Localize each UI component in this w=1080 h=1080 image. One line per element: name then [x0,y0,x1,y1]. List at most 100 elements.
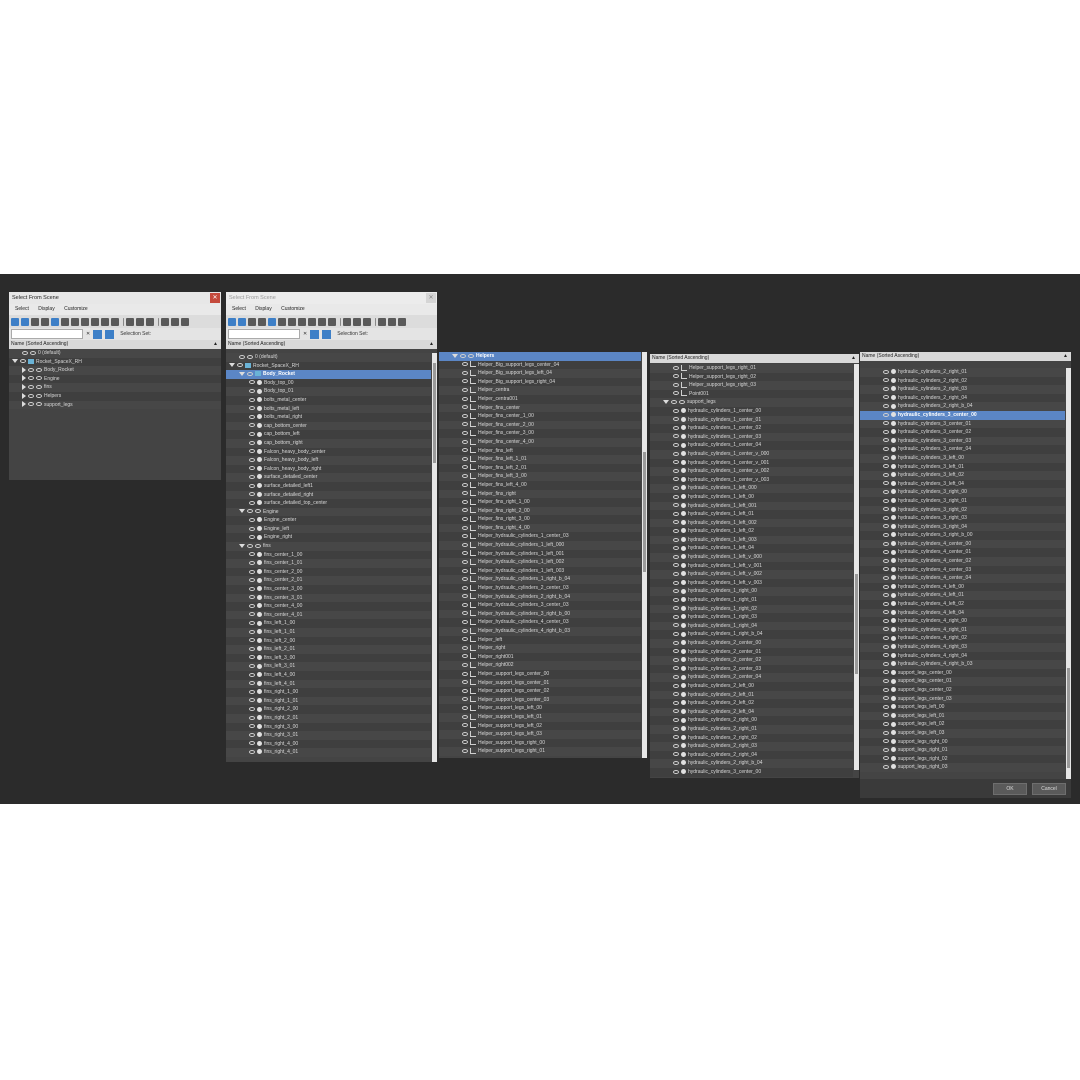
tree-row[interactable]: Helper_support_legs_left_03 [439,730,641,739]
display-layers-icon[interactable] [238,317,246,326]
tree-row[interactable]: hydraulic_cylinders_2_left_01 [650,690,853,700]
expand-arrow-icon[interactable] [12,359,18,364]
tree-row[interactable]: fins_right_4_00 [226,739,431,749]
collapse-arrow-icon[interactable] [22,375,26,382]
visibility-eye-icon[interactable] [462,602,468,607]
tree-row[interactable]: hydraulic_cylinders_3_center_00 [860,410,1065,420]
column-header-name[interactable]: Name (Sorted Ascending) ▲ [9,340,221,349]
tree-row[interactable]: hydraulic_cylinders_3_center_02 [860,428,1065,437]
tree-row[interactable]: support_legs_right_01 [860,746,1065,755]
tree-row[interactable]: Falcon_heavy_body_left [226,456,431,465]
clear-icon[interactable]: ✕ [86,330,90,339]
tree-row[interactable]: hydraulic_cylinders_2_right_04 [860,393,1065,403]
tree-row[interactable]: Helper_support_legs_right_02 [650,372,853,382]
tree-row[interactable]: hydraulic_cylinders_4_left_02 [860,600,1065,609]
tree-row[interactable]: Helper_fins_left_3_00 [439,472,641,481]
tree-row[interactable]: support_legs_center_01 [860,677,1065,686]
tree-row[interactable]: hydraulic_cylinders_1_left_v_003 [650,578,853,588]
tree-row[interactable]: bolts_metal_center [226,395,431,405]
tree-row[interactable]: fins_left_2_00 [226,636,431,646]
visibility-eye-icon[interactable] [249,749,255,754]
visibility-eye-icon[interactable] [462,396,468,401]
visibility-eye-icon[interactable] [673,520,679,525]
visibility-eye-icon[interactable] [673,468,679,473]
scrollbar-thumb[interactable] [855,574,858,674]
visibility-eye-icon[interactable] [462,516,468,521]
visibility-eye-icon[interactable] [462,688,468,693]
tree-row[interactable]: hydraulic_cylinders_3_left_02 [860,471,1065,480]
visibility-eye-icon[interactable] [28,393,34,398]
tree-row[interactable]: fins_right_1_00 [226,688,431,697]
column-header-name[interactable]: Name (Sorted Ascending) ▲ [650,354,859,363]
search-input[interactable] [228,329,300,339]
tree-row[interactable]: Helper_support_legs_center_00 [439,669,641,679]
tree-row[interactable]: Helper_support_legs_left_01 [439,712,641,722]
tree-row[interactable]: fins [226,542,431,551]
find-icon[interactable] [310,329,320,339]
scrollbar-thumb[interactable] [1067,668,1070,768]
tree-row[interactable]: fins_right_3_00 [226,722,431,732]
tree-row[interactable]: hydraulic_cylinders_2_left_04 [650,707,853,717]
visibility-eye-icon[interactable] [249,578,255,583]
visibility-eye-icon[interactable] [883,636,889,641]
visibility-eye-icon[interactable] [462,620,468,625]
window-icon[interactable] [398,317,406,326]
tree-row[interactable]: support_legs_center_03 [860,694,1065,704]
tree-row[interactable]: hydraulic_cylinders_3_right_00 [860,488,1065,497]
tree-row[interactable]: Helper_support_legs_center_02 [439,687,641,696]
frozen-icon[interactable] [328,317,336,326]
tree-row[interactable]: Body_Rocket [9,366,221,375]
visibility-eye-icon[interactable] [883,601,889,606]
visibility-eye-icon[interactable] [462,431,468,436]
visibility-eye-icon[interactable] [249,715,255,720]
visibility-eye-icon[interactable] [883,532,889,537]
visibility-eye-icon[interactable] [249,483,255,488]
visibility-eye-icon[interactable] [462,551,468,556]
expand-arrow-icon[interactable] [239,371,245,376]
visibility-eye-icon[interactable] [883,369,889,374]
visibility-eye-icon[interactable] [462,697,468,702]
visibility-eye-icon[interactable] [673,752,679,757]
visibility-eye-icon[interactable] [673,425,679,430]
visibility-eye-icon[interactable] [462,748,468,753]
visibility-eye-icon[interactable] [883,679,889,684]
visibility-eye-icon[interactable] [883,584,889,589]
visibility-eye-icon[interactable] [462,645,468,650]
visibility-eye-icon[interactable] [247,509,253,514]
visibility-eye-icon[interactable] [883,730,889,735]
visibility-eye-icon[interactable] [883,489,889,494]
tree-row[interactable]: Helpers [9,391,221,401]
visibility-eye-icon[interactable] [462,388,468,393]
visibility-eye-icon[interactable] [883,404,889,409]
visibility-eye-icon[interactable] [673,683,679,688]
column-header-name[interactable]: Name (Sorted Ascending) ▲ [226,340,437,349]
visibility-eye-icon[interactable] [883,386,889,391]
tree-row[interactable]: hydraulic_cylinders_2_right_03 [650,742,853,751]
tree-row[interactable]: support_legs_right_00 [860,737,1065,747]
tree-row[interactable]: Helper_fins_left_2_01 [439,463,641,473]
visibility-eye-icon[interactable] [462,680,468,685]
tree-row[interactable]: hydraulic_cylinders_3_center_04 [860,445,1065,454]
filter-icon[interactable] [161,317,169,326]
expand-arrow-icon[interactable] [663,400,669,405]
tree-row[interactable]: hydraulic_cylinders_4_right_03 [860,643,1065,652]
visibility-eye-icon[interactable] [462,413,468,418]
tree-row[interactable]: Engine [226,507,431,517]
visibility-eye-icon[interactable] [883,704,889,709]
tree-row[interactable]: Helper_Big_support_legs_right_04 [439,377,641,387]
select-none-icon[interactable] [136,317,144,326]
tree-row[interactable]: Helper_fins_center [439,403,641,413]
visibility-eye-icon[interactable] [883,756,889,761]
visibility-eye-icon[interactable] [462,654,468,659]
tree-row[interactable]: hydraulic_cylinders_2_right_01 [650,724,853,734]
xref-icon[interactable] [81,317,89,326]
visibility-eye-icon[interactable] [883,524,889,529]
tree-row[interactable]: Engine_right [226,533,431,543]
select-invert-icon[interactable] [146,317,154,326]
tree-row[interactable]: Helper_fins_left_1_01 [439,455,641,464]
tree-row[interactable]: Helper_hydraulic_cylinders_1_left_003 [439,566,641,576]
tree-row[interactable]: fins_left_1_01 [226,628,431,637]
tree-row[interactable]: Helper_hydraulic_cylinders_1_left_000 [439,541,641,550]
tree-row[interactable]: Helper_hydraulic_cylinders_1_left_001 [439,549,641,559]
visibility-eye-icon[interactable] [249,406,255,411]
